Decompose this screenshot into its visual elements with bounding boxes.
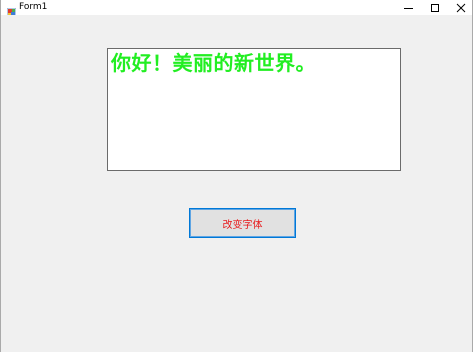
maximize-button[interactable] xyxy=(421,0,449,15)
form-window: Form1 你好！美丽的新世界。 改变字体 xyxy=(0,0,473,352)
change-font-button[interactable]: 改变字体 xyxy=(189,208,296,238)
change-font-button-label: 改变字体 xyxy=(222,219,263,231)
form-client-area: 你好！美丽的新世界。 改变字体 xyxy=(1,15,472,352)
minimize-button[interactable] xyxy=(395,0,423,15)
text-box[interactable]: 你好！美丽的新世界。 xyxy=(107,48,401,171)
window-title: Form1 xyxy=(19,2,48,12)
winforms-app-icon xyxy=(6,2,17,18)
close-button[interactable] xyxy=(447,0,474,15)
text-box-content: 你好！美丽的新世界。 xyxy=(111,51,316,75)
title-bar[interactable]: Form1 xyxy=(1,0,474,18)
